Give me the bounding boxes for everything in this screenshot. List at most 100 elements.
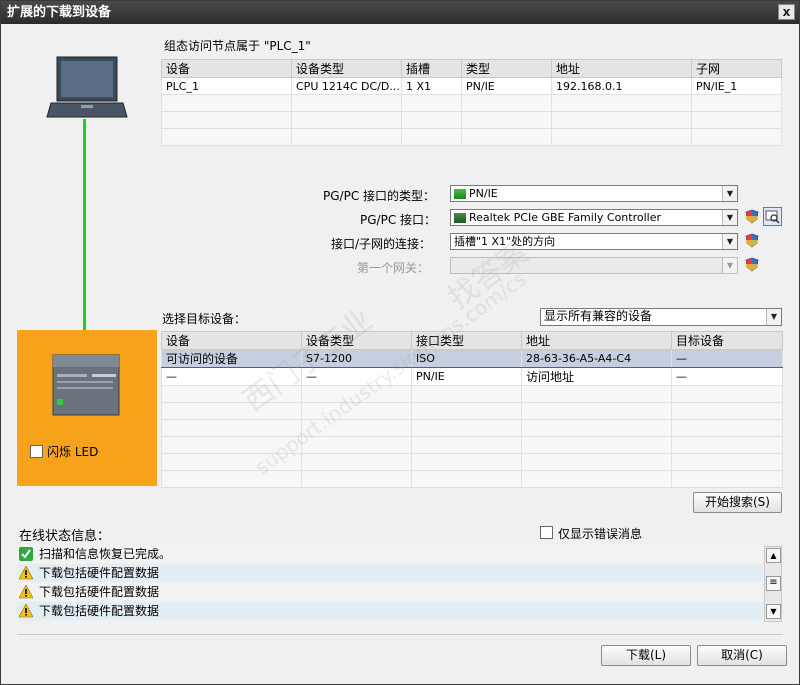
check-icon — [19, 547, 33, 561]
flash-led-label: 闪烁 LED — [47, 445, 99, 459]
warning-icon — [19, 566, 33, 580]
magnifier-icon — [765, 210, 780, 224]
pgpc-interface-value: Realtek PCIe GBE Family Controller — [469, 211, 662, 224]
chevron-down-icon: ▼ — [722, 258, 737, 273]
table-cell: CPU 1214C DC/D... — [291, 77, 402, 95]
empty-row — [161, 111, 782, 129]
col-header[interactable]: 设备 — [161, 331, 302, 350]
shield-icon[interactable] — [745, 233, 759, 248]
empty-row — [161, 128, 782, 146]
shield-icon[interactable] — [745, 209, 759, 224]
table-row-selected[interactable]: 可访问的设备 S7-1200 ISO 28-63-36-A5-A4-C4 — — [161, 349, 783, 368]
col-header[interactable]: 子网 — [691, 59, 782, 78]
interface-type-label: PG/PC 接口的类型： — [323, 189, 436, 203]
table-cell: 28-63-36-A5-A4-C4 — [521, 349, 672, 368]
col-header[interactable]: 设备 — [161, 59, 292, 78]
nic-icon — [454, 213, 466, 223]
pgpc-interface-select[interactable]: Realtek PCIe GBE Family Controller ▼ — [450, 209, 738, 226]
col-header[interactable]: 设备类型 — [301, 331, 412, 350]
scroll-down-icon[interactable]: ▼ — [766, 604, 781, 619]
col-header[interactable]: 目标设备 — [671, 331, 783, 350]
connection-select[interactable]: 插槽"1 X1"处的方向 ▼ — [450, 233, 738, 250]
gateway-label: 第一个网关： — [357, 261, 430, 275]
empty-row — [161, 419, 783, 437]
close-icon: x — [782, 5, 791, 19]
col-header[interactable]: 地址 — [521, 331, 672, 350]
status-scrollbar[interactable]: ▲ ≡ ▼ — [764, 546, 782, 622]
chevron-down-icon: ▼ — [722, 210, 737, 225]
table-cell: 访问地址 — [521, 367, 672, 386]
flash-led-checkbox[interactable] — [30, 445, 43, 458]
network-icon — [454, 189, 466, 199]
empty-row — [161, 402, 783, 420]
table-cell: — — [671, 349, 783, 368]
table-cell: PLC_1 — [161, 77, 292, 95]
table-cell: PN/IE — [411, 367, 522, 386]
col-header[interactable]: 地址 — [551, 59, 692, 78]
table-cell: ISO — [411, 349, 522, 368]
config-caption: 组态访问节点属于 "PLC_1" — [164, 39, 311, 53]
target-device-table: 设备 设备类型 接口类型 地址 目标设备 可访问的设备 S7-1200 ISO … — [161, 331, 783, 488]
empty-row — [161, 94, 782, 112]
download-dialog: 扩展的下载到设备 x 组态访问节点属于 "PLC_1" 设备 设备类型 插槽 类… — [0, 0, 800, 685]
connection-value: 插槽"1 X1"处的方向 — [454, 235, 556, 248]
status-text: 下载包括硬件配置数据 — [39, 566, 160, 580]
chevron-down-icon: ▼ — [722, 234, 737, 249]
footer-divider — [17, 634, 783, 635]
gateway-select[interactable]: ▼ — [450, 257, 738, 274]
scroll-thumb[interactable]: ≡ — [766, 576, 781, 591]
col-header[interactable]: 接口类型 — [411, 331, 522, 350]
chevron-down-icon: ▼ — [722, 186, 737, 201]
interface-type-select[interactable]: PN/IE ▼ — [450, 185, 738, 202]
table-row[interactable]: — — PN/IE 访问地址 — — [161, 367, 783, 386]
table-cell: — — [161, 367, 302, 386]
pgpc-interface-label: PG/PC 接口： — [360, 213, 437, 227]
status-text: 扫描和信息恢复已完成。 — [39, 547, 172, 561]
warning-icon — [19, 585, 33, 599]
only-errors-checkbox[interactable] — [540, 526, 553, 539]
only-errors-label: 仅显示错误消息 — [558, 527, 643, 541]
status-text: 下载包括硬件配置数据 — [39, 604, 160, 618]
col-header[interactable]: 设备类型 — [291, 59, 402, 78]
pc-icon — [46, 56, 128, 118]
cancel-button[interactable]: 取消(C) — [697, 645, 787, 666]
empty-row — [161, 436, 783, 454]
status-message: 扫描和信息恢复已完成。 — [17, 545, 763, 563]
status-text: 下载包括硬件配置数据 — [39, 585, 160, 599]
device-filter-value: 显示所有兼容的设备 — [544, 309, 653, 323]
shield-icon[interactable] — [745, 257, 759, 272]
close-button[interactable]: x — [778, 4, 795, 20]
config-table: 设备 设备类型 插槽 类型 地址 子网 PLC_1 CPU 1214C DC/D… — [161, 59, 782, 146]
dialog-title: 扩展的下载到设备 — [7, 5, 112, 20]
network-link-line — [83, 119, 86, 355]
table-cell: PN/IE_1 — [691, 77, 782, 95]
plc-device-icon — [52, 354, 120, 416]
empty-row — [161, 453, 783, 471]
table-cell: S7-1200 — [301, 349, 412, 368]
interface-type-value: PN/IE — [469, 187, 498, 200]
table-cell: PN/IE — [461, 77, 552, 95]
status-message: 下载包括硬件配置数据 — [17, 602, 763, 620]
table-cell: 1 X1 — [401, 77, 462, 95]
properties-button[interactable] — [763, 207, 782, 226]
col-header[interactable]: 类型 — [461, 59, 552, 78]
device-filter-select[interactable]: 显示所有兼容的设备 ▼ — [540, 308, 782, 326]
chevron-down-icon: ▼ — [766, 309, 781, 325]
status-message: 下载包括硬件配置数据 — [17, 564, 763, 582]
table-row[interactable]: PLC_1 CPU 1214C DC/D... 1 X1 PN/IE 192.1… — [161, 77, 782, 95]
empty-row — [161, 470, 783, 488]
connection-label: 接口/子网的连接： — [331, 237, 432, 251]
table-cell: 可访问的设备 — [161, 349, 302, 368]
status-message: 下载包括硬件配置数据 — [17, 583, 763, 601]
warning-icon — [19, 604, 33, 618]
col-header[interactable]: 插槽 — [401, 59, 462, 78]
start-search-button[interactable]: 开始搜索(S) — [693, 492, 782, 513]
target-device-panel: 闪烁 LED — [17, 330, 157, 486]
table-cell: — — [301, 367, 412, 386]
empty-row — [161, 385, 783, 403]
scroll-up-icon[interactable]: ▲ — [766, 548, 781, 563]
table-cell: — — [671, 367, 783, 386]
status-title: 在线状态信息： — [19, 529, 111, 544]
target-device-label: 选择目标设备： — [162, 312, 247, 326]
download-button[interactable]: 下载(L) — [601, 645, 691, 666]
